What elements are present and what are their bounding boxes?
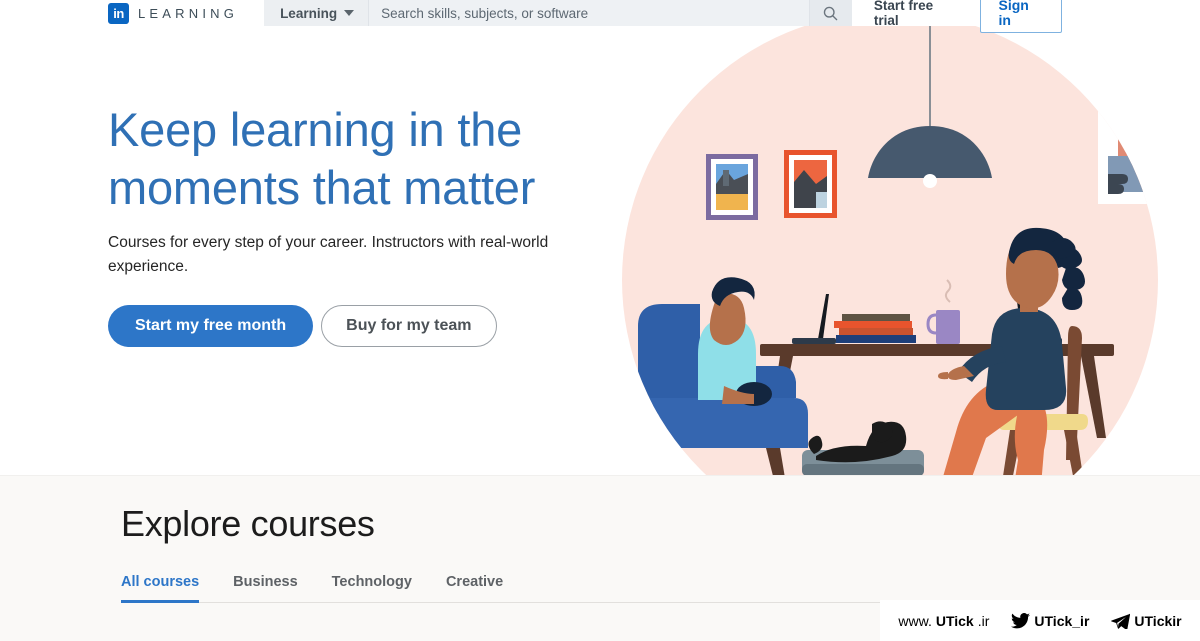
start-free-month-button[interactable]: Start my free month [108,305,314,347]
hero-heading-line-1: Keep learning in the [108,103,523,156]
linkedin-learning-logo[interactable]: in LEARNING [108,2,239,24]
two-people-working-at-desk-illustration [622,26,1158,475]
global-header: in LEARNING Learning Start free trial Si… [0,0,1200,34]
header-actions: Start free trial Sign in [852,0,1062,34]
watermark-twitter: UTick_ir [1011,613,1089,629]
linkedin-icon: in [108,2,129,24]
watermark-telegram-handle: UTickir [1134,612,1182,629]
search-icon [824,6,838,20]
buy-for-team-button[interactable]: Buy for my team [321,305,497,347]
watermark-twitter-handle: UTick_ir [1034,612,1090,629]
learning-dropdown[interactable]: Learning [264,0,370,26]
logo-wordmark: LEARNING [138,5,239,21]
window-landscape [1098,96,1158,204]
learning-dropdown-label: Learning [280,5,338,21]
search-field-wrapper[interactable] [369,0,810,26]
course-category-tabs: All courses Business Technology Creative [121,575,1121,603]
start-free-trial-link[interactable]: Start free trial [852,0,980,28]
watermark-bar: www. UTick .ir UTick_ir UTickir [880,600,1200,641]
explore-courses-title: Explore courses [121,503,375,544]
lamp-bulb [923,174,937,188]
linkedin-learning-page: in LEARNING Learning Start free trial Si… [0,0,1200,641]
chevron-down-icon [344,10,355,16]
page-title: Keep learning in the moments that matter [108,101,588,217]
sign-in-button[interactable]: Sign in [979,0,1062,34]
hero-section: Keep learning in the moments that matter… [0,26,1200,475]
hero-subtitle: Courses for every step of your career. I… [108,234,549,275]
hero-cta-group: Start my free month Buy for my team [108,305,588,347]
wall-art-orange [784,150,837,218]
hero-illustration [620,26,1200,475]
watermark-website: www. UTick .ir [898,613,989,629]
search-input[interactable] [381,5,810,21]
telegram-paper-plane-icon [1111,613,1131,629]
book-stack [834,314,916,343]
search-button[interactable] [809,0,852,26]
tab-all-courses[interactable]: All courses [121,575,221,602]
wall-art-purple [706,154,758,220]
hero-heading-line-2: moments that matter [108,161,536,214]
tab-creative[interactable]: Creative [446,575,525,602]
watermark-site-name: UTick [935,612,974,629]
hero-copy: Keep learning in the moments that matter… [108,101,588,347]
watermark-telegram: UTickir [1111,612,1182,629]
twitter-bird-icon [1011,612,1031,628]
watermark-site-suffix: .ir [977,612,990,629]
tab-technology[interactable]: Technology [332,575,434,602]
tab-business[interactable]: Business [233,575,319,602]
watermark-site-prefix: www. [898,612,932,629]
